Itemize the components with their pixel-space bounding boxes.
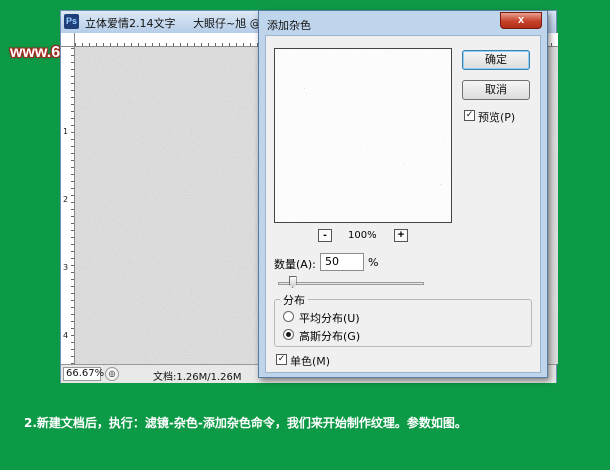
zoom-in-button[interactable]: + <box>394 229 408 242</box>
preview-noise-texture <box>275 49 451 222</box>
amount-slider-track[interactable] <box>278 282 424 285</box>
dialog-body: - 100% + 确定 取消 ✓ 预览(P) 数量(A): 50 % 分布 平均… <box>265 35 541 373</box>
document-tab-title[interactable]: 立体爱情2.14文字 <box>85 17 176 30</box>
amount-input[interactable]: 50 <box>320 253 364 271</box>
zoom-field[interactable]: 66.67% <box>63 367 104 381</box>
close-button[interactable]: x <box>500 12 542 29</box>
gaussian-radio[interactable] <box>283 329 294 340</box>
photoshop-icon: Ps <box>64 14 79 29</box>
amount-slider-thumb[interactable] <box>288 276 297 288</box>
ok-button[interactable]: 确定 <box>462 50 530 70</box>
gaussian-radio-label: 高斯分布(G) <box>299 330 361 343</box>
distribution-group-title: 分布 <box>280 292 308 308</box>
add-noise-dialog: 添加杂色 x - 100% + 确定 取消 ✓ 预览(P) 数量(A): 50 … <box>258 10 548 378</box>
ruler-number: 3 <box>63 263 69 272</box>
vertical-ruler[interactable]: 1 2 3 4 <box>61 47 75 364</box>
tutorial-caption: 2.新建文档后，执行：滤镜-杂色-添加杂色命令，我们来开始制作纹理。参数如图。 <box>24 416 467 430</box>
uniform-radio-label: 平均分布(U) <box>299 312 360 325</box>
document-size: 文档:1.26M/1.26M <box>153 372 242 383</box>
amount-unit: % <box>368 256 379 269</box>
monochromatic-checkbox[interactable]: ✓ <box>276 354 287 365</box>
monochromatic-checkbox-label: 单色(M) <box>290 355 331 368</box>
cancel-button[interactable]: 取消 <box>462 80 530 100</box>
ruler-number: 1 <box>63 127 69 136</box>
preview-zoom-level: 100% <box>348 230 377 241</box>
zoom-out-button[interactable]: - <box>318 229 332 242</box>
info-icon[interactable]: ◎ <box>105 367 119 381</box>
ruler-number: 4 <box>63 331 69 340</box>
preview-checkbox[interactable]: ✓ <box>464 110 475 121</box>
ruler-corner[interactable] <box>61 33 75 47</box>
uniform-radio[interactable] <box>283 311 294 322</box>
amount-label: 数量(A): <box>274 258 316 271</box>
preview-checkbox-label: 预览(P) <box>478 111 516 124</box>
ruler-number: 2 <box>63 195 69 204</box>
noise-preview[interactable] <box>274 48 452 223</box>
